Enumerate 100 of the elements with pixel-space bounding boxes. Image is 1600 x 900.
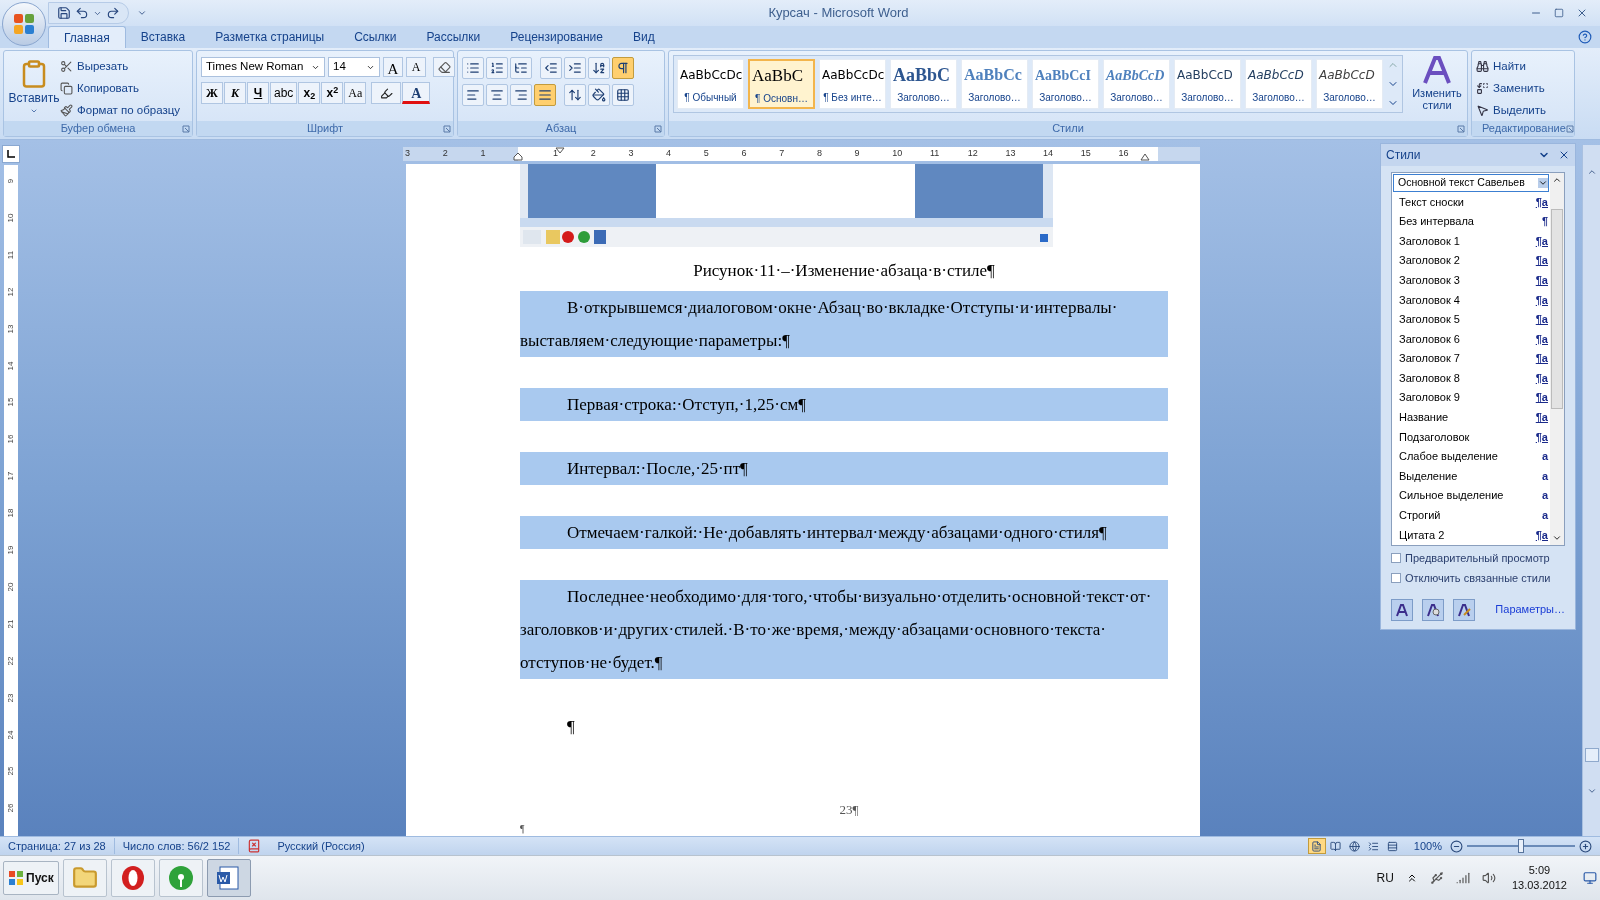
dialog-launcher-icon[interactable] (182, 124, 190, 133)
zoom-thumb[interactable] (1518, 839, 1524, 853)
shrink-font-button[interactable]: A (406, 57, 426, 77)
dialog-launcher-icon[interactable] (443, 124, 451, 133)
zoom-level[interactable]: 100% (1413, 837, 1442, 855)
style-list-item[interactable]: Текст сноски ¶a (1392, 192, 1550, 212)
word-count[interactable]: Число слов: 56/2 152 (114, 837, 240, 855)
page-count[interactable]: Страница: 27 из 28 (0, 837, 115, 855)
ribbon-tab[interactable]: Вставка (125, 26, 201, 48)
style-list-item[interactable]: Без интервала ¶ (1392, 211, 1550, 232)
clipboard-command[interactable]: Вырезать (60, 57, 181, 76)
close-icon[interactable] (1576, 7, 1588, 19)
undo-icon[interactable] (75, 6, 89, 20)
style-list-item[interactable]: Заголовок 7 ¶a (1392, 348, 1550, 369)
ribbon-tab[interactable]: Вид (617, 26, 670, 48)
close-icon[interactable] (1558, 149, 1570, 161)
font-style-button[interactable]: Ч (247, 82, 269, 104)
shading-button[interactable] (588, 84, 610, 106)
ribbon-tab[interactable]: Рецензирование (495, 26, 618, 48)
dialog-launcher-icon[interactable] (1457, 124, 1465, 133)
style-list-item[interactable]: Цитата 2 ¶a (1392, 525, 1550, 545)
style-list-item[interactable]: Слабое выделение a (1392, 446, 1550, 467)
font-style-button[interactable]: abc (270, 82, 298, 104)
first-line-indent-icon[interactable] (555, 147, 565, 154)
zoom-slider[interactable] (1467, 839, 1575, 853)
right-indent-icon[interactable] (1140, 153, 1150, 161)
taskbar-app-button[interactable] (158, 859, 203, 897)
numbering-button[interactable] (486, 57, 508, 79)
show-marks-button[interactable] (612, 57, 634, 79)
input-language[interactable]: RU (1376, 869, 1394, 887)
style-list-item[interactable]: Заголовок 4 ¶a (1392, 289, 1550, 310)
customize-caret-icon[interactable] (137, 8, 147, 18)
new-style-button[interactable] (1391, 598, 1413, 621)
ribbon-tab[interactable]: Ссылки (339, 26, 412, 48)
clipboard-command[interactable]: Копировать (60, 79, 181, 98)
editing-command[interactable]: Заменить (1476, 79, 1547, 98)
style-gallery-item[interactable]: AaBbCcD Заголово… (1103, 59, 1170, 109)
help-icon[interactable] (1578, 30, 1592, 44)
scrollbar[interactable] (1550, 173, 1564, 545)
align-button[interactable] (534, 84, 556, 106)
scroll-thumb[interactable] (1584, 748, 1599, 762)
device-icon[interactable] (1429, 871, 1444, 885)
style-list-item[interactable]: Сильное выделение a (1392, 485, 1550, 506)
style-list-item[interactable]: Заголовок 9 ¶a (1392, 387, 1550, 408)
style-gallery-item[interactable]: AaBbCcDc ¶ Без инте… (819, 59, 886, 109)
style-list-item[interactable]: Заголовок 8 ¶a (1392, 368, 1550, 388)
style-inspector-button[interactable] (1422, 598, 1444, 621)
manage-styles-button[interactable] (1453, 598, 1475, 621)
vertical-scrollbar[interactable] (1582, 145, 1600, 836)
zoom-out-icon[interactable] (1450, 839, 1463, 853)
style-gallery-item[interactable]: AaBbCcI Заголово… (1032, 59, 1099, 109)
style-gallery-item[interactable]: AaBbCcDc ¶ Обычный (677, 59, 744, 109)
style-list-item[interactable]: Название ¶a (1392, 407, 1550, 428)
font-style-button[interactable]: x$_{2}$ (298, 82, 321, 104)
change-styles-button[interactable]: Изменить стили (1411, 55, 1463, 121)
clear-format-button[interactable] (433, 57, 455, 77)
style-list-item[interactable]: Подзаголовок ¶a (1392, 427, 1550, 447)
style-gallery-item[interactable]: AaBbC ¶ Основн… (748, 59, 815, 109)
redo-icon[interactable] (106, 6, 120, 20)
taskbar-app-button[interactable] (110, 859, 155, 897)
align-button[interactable] (486, 84, 508, 106)
restore-icon[interactable] (1554, 8, 1564, 18)
checkbox[interactable] (1391, 552, 1401, 563)
ribbon-tab[interactable]: Главная (48, 26, 126, 48)
editing-command[interactable]: Найти (1476, 57, 1547, 76)
style-gallery-item[interactable]: AaBbC Заголово… (890, 59, 957, 109)
grow-font-button[interactable]: A (383, 57, 403, 77)
clock[interactable]: 5:09 13.03.2012 (1511, 863, 1567, 893)
style-list-item[interactable]: Выделение a (1392, 466, 1550, 486)
font-style-button[interactable]: К (224, 82, 246, 104)
bullets-button[interactable] (462, 57, 484, 79)
ribbon-tab[interactable]: Рассылки (411, 26, 496, 48)
font-color-button[interactable]: A (402, 82, 431, 104)
sort-button[interactable] (588, 57, 610, 79)
zoom-in-icon[interactable] (1579, 839, 1592, 853)
paste-button[interactable]: Вставить (8, 55, 60, 121)
style-list-item[interactable]: Заголовок 5 ¶a (1392, 309, 1550, 330)
proofing-icon[interactable] (247, 839, 262, 853)
style-gallery-item[interactable]: AaBbCc Заголово… (961, 59, 1028, 109)
volume-icon[interactable] (1481, 871, 1496, 885)
editing-command[interactable]: Выделить (1476, 101, 1547, 120)
highlight-button[interactable] (371, 82, 402, 104)
decrease-indent-button[interactable] (540, 57, 562, 79)
dialog-launcher-icon[interactable] (654, 124, 662, 133)
increase-indent-button[interactable] (564, 57, 586, 79)
view-button[interactable] (1307, 838, 1326, 854)
borders-button[interactable] (612, 84, 634, 106)
current-style-field[interactable]: Основной текст Савельев (1393, 174, 1549, 192)
language-status[interactable]: Русский (Россия) (269, 837, 373, 855)
multilevel-list-button[interactable] (510, 57, 532, 79)
start-button[interactable]: Пуск (3, 861, 59, 895)
show-desktop-icon[interactable] (1583, 871, 1597, 885)
style-list-item[interactable]: Заголовок 2 ¶a (1392, 250, 1550, 271)
style-list-item[interactable]: Заголовок 1 ¶a (1392, 231, 1550, 251)
clipboard-command[interactable]: Формат по образцу (60, 101, 181, 120)
style-gallery-item[interactable]: AaBbCcD Заголово… (1316, 59, 1383, 109)
font-name-field[interactable]: Times New Roman (201, 57, 325, 77)
save-icon[interactable] (57, 6, 71, 20)
style-gallery-item[interactable]: AaBbCcD Заголово… (1174, 59, 1241, 109)
font-style-button[interactable]: Ж (201, 82, 223, 104)
